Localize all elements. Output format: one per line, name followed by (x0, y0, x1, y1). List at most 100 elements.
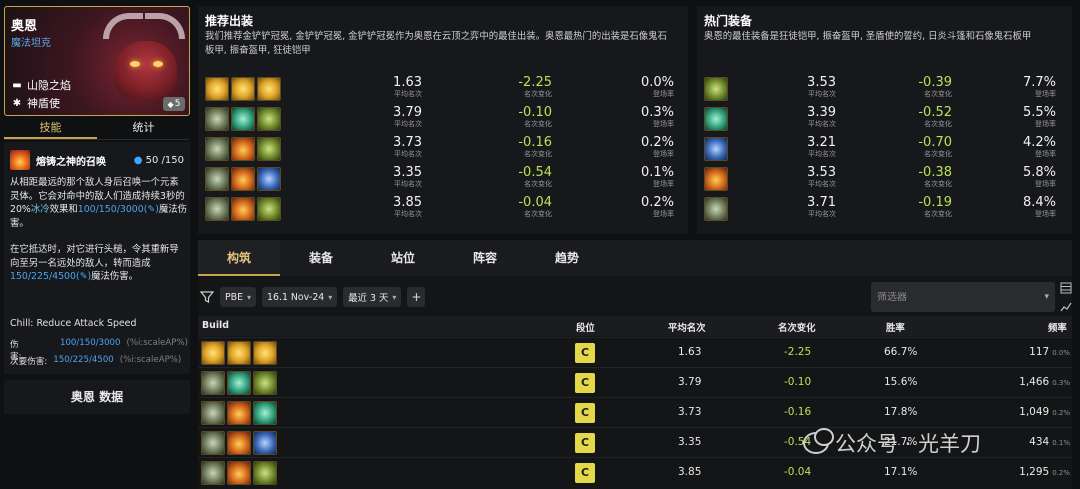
skill-mana: ● 50 /150 (134, 155, 184, 166)
item-icon[interactable] (704, 77, 728, 101)
build-items (205, 77, 281, 101)
tab-stats[interactable]: 统计 (97, 118, 190, 139)
range-dropdown[interactable]: 最近 3 天 ▾ (343, 287, 402, 307)
item-icon[interactable] (201, 401, 225, 425)
stat-value: 5.8% (1022, 165, 1056, 180)
stat-label: 平均名次 (394, 150, 422, 158)
header-avg-place[interactable]: 平均名次 (668, 320, 706, 334)
stat-label: 平均名次 (808, 90, 836, 98)
item-icon[interactable] (257, 107, 281, 131)
item-icon[interactable] (704, 137, 728, 161)
stat-label: 平均名次 (394, 210, 422, 218)
table-row[interactable]: C 3.85 -0.04 17.1% 1,295 0.2% (198, 457, 1072, 487)
hot-item-row[interactable] (704, 134, 728, 164)
avg-place-cell: 3.79 (678, 376, 702, 388)
item-icon[interactable] (704, 107, 728, 131)
desc-chill-keyword: 冰冷 (30, 204, 50, 215)
skill-description: 从相距最远的那个敌人身后召唤一个元素灵体。它会对命中的敌人们造成持续3秒的20%… (10, 176, 188, 284)
item-icon[interactable] (205, 167, 229, 191)
item-icon[interactable] (205, 107, 229, 131)
item-icon[interactable] (231, 77, 255, 101)
item-icon[interactable] (227, 461, 251, 485)
tab-items[interactable]: 装备 (280, 240, 362, 276)
table-view-icon[interactable] (1060, 282, 1072, 294)
item-icon[interactable] (205, 197, 229, 221)
item-icon[interactable] (201, 371, 225, 395)
recommended-description: 我们推荐金铲铲冠冕, 金铲铲冠冕, 金铲铲冠冕作为奥恩在云顶之弈中的最佳出装。奥… (205, 30, 667, 58)
anvil-icon: ▬ (12, 79, 22, 91)
frequency-cell: 1,466 0.3% (1019, 376, 1070, 388)
mode-dropdown[interactable]: PBE ▾ (220, 287, 257, 307)
item-icon[interactable] (257, 197, 281, 221)
header-build[interactable]: Build (202, 320, 229, 331)
stat-label: 名次变化 (524, 150, 552, 158)
tab-comps[interactable]: 阵容 (444, 240, 526, 276)
item-icon[interactable] (257, 77, 281, 101)
header-frequency[interactable]: 频率 (1048, 320, 1067, 334)
table-row[interactable]: C 1.63 -2.25 66.7% 117 0.0% (198, 337, 1072, 367)
item-icon[interactable] (205, 137, 229, 161)
item-icon[interactable] (201, 461, 225, 485)
table-row[interactable]: C 3.79 -0.10 15.6% 1,466 0.3% (198, 367, 1072, 397)
add-filter-button[interactable]: + (407, 287, 426, 307)
item-icon[interactable] (227, 431, 251, 455)
chevron-down-icon: ▾ (247, 292, 252, 302)
item-icon[interactable] (201, 341, 225, 365)
table-row[interactable]: C 3.73 -0.16 17.8% 1,049 0.2% (198, 397, 1072, 427)
stat-cell: -0.16 名次变化 (518, 136, 552, 159)
item-icon[interactable] (231, 107, 255, 131)
item-icon[interactable] (231, 137, 255, 161)
frequency-percent: 0.1% (1052, 439, 1070, 447)
tab-builds[interactable]: 构筑 (198, 240, 280, 276)
recommended-build-row[interactable] (205, 134, 281, 164)
ap-icon: (✎) (143, 204, 159, 215)
item-icon[interactable] (253, 431, 277, 455)
item-icon[interactable] (227, 341, 251, 365)
mode-value: PBE (225, 291, 244, 303)
item-icon[interactable] (253, 341, 277, 365)
recommended-build-row[interactable] (205, 104, 281, 134)
item-icon[interactable] (231, 167, 255, 191)
item-icon[interactable] (201, 431, 225, 455)
stat-label: 名次变化 (924, 150, 952, 158)
recommended-build-row[interactable] (205, 74, 281, 104)
patch-dropdown[interactable]: 16.1 Nov-24 ▾ (262, 287, 338, 307)
trait-1[interactable]: ▬ 山隐之焰 (11, 77, 71, 93)
recommended-build-row[interactable] (205, 164, 281, 194)
item-icon[interactable] (704, 197, 728, 221)
trait-2[interactable]: ✱ 神盾使 (11, 95, 60, 111)
item-icon[interactable] (704, 167, 728, 191)
recommended-build-row[interactable] (205, 194, 281, 224)
item-icon[interactable] (227, 401, 251, 425)
champion-name: 奥恩 (11, 19, 38, 34)
header-place-change[interactable]: 名次变化 (778, 320, 816, 334)
item-icon[interactable] (231, 197, 255, 221)
champion-data-button[interactable]: 奥恩 数据 (4, 380, 190, 414)
item-icon[interactable] (257, 137, 281, 161)
coin-icon: ◆ (167, 99, 174, 109)
selector-input[interactable] (877, 291, 1027, 303)
stat-value: -0.16 (518, 135, 552, 150)
tab-positioning[interactable]: 站位 (362, 240, 444, 276)
hot-item-row[interactable] (704, 104, 728, 134)
selector-dropdown[interactable]: ▾ (871, 282, 1055, 312)
desc-part-4: 在它抵达时，对它进行头槌，令其重新导向至另一名远处的敌人，转而造成 (10, 244, 179, 269)
hot-item-row[interactable] (704, 194, 728, 224)
chart-view-icon[interactable] (1060, 301, 1072, 313)
hot-item-row[interactable] (704, 74, 728, 104)
trait-2-label: 神盾使 (27, 97, 60, 110)
header-win-rate[interactable]: 胜率 (886, 320, 905, 334)
header-tier[interactable]: 段位 (576, 320, 595, 334)
item-icon[interactable] (257, 167, 281, 191)
tab-trends[interactable]: 趋势 (526, 240, 608, 276)
item-icon[interactable] (205, 77, 229, 101)
tab-skill[interactable]: 技能 (4, 118, 97, 139)
stat-value: -0.04 (518, 195, 552, 210)
item-icon[interactable] (253, 461, 277, 485)
item-icon[interactable] (227, 371, 251, 395)
item-icon[interactable] (253, 371, 277, 395)
filter-funnel-icon[interactable] (200, 290, 214, 304)
item-icon[interactable] (253, 401, 277, 425)
hot-item-row[interactable] (704, 164, 728, 194)
win-rate-cell: 66.7% (884, 346, 918, 358)
